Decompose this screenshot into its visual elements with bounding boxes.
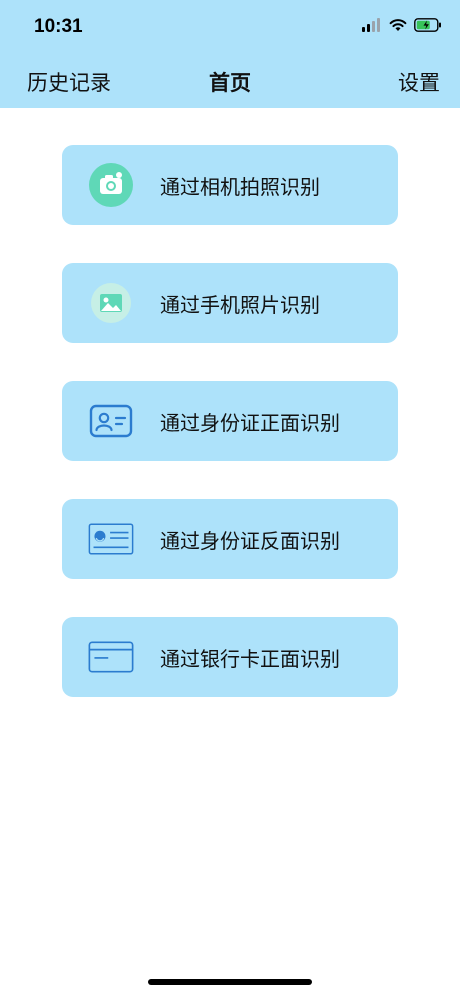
battery-icon — [414, 18, 441, 32]
wifi-icon — [389, 19, 407, 31]
photo-icon — [88, 281, 134, 325]
id-back-recognition-label: 通过身份证反面识别 — [160, 529, 340, 553]
photo-recognition-label: 通过手机照片识别 — [160, 293, 320, 317]
status-time: 10:31 — [34, 16, 83, 37]
status-icons — [362, 18, 442, 32]
photo-recognition-button[interactable]: 通过手机照片识别 — [62, 263, 398, 343]
id-front-recognition-label: 通过身份证正面识别 — [160, 411, 340, 435]
camera-recognition-button[interactable]: 通过相机拍照识别 — [62, 145, 398, 225]
signal-icon — [362, 18, 380, 32]
id-back-recognition-button[interactable]: 通过身份证反面识别 — [62, 499, 398, 579]
bank-card-recognition-label: 通过银行卡正面识别 — [160, 647, 340, 671]
camera-recognition-label: 通过相机拍照识别 — [160, 175, 320, 199]
settings-button[interactable]: 设置 — [398, 67, 440, 97]
id-card-front-icon — [88, 399, 134, 443]
id-card-back-icon — [88, 517, 134, 561]
history-button[interactable]: 历史记录 — [27, 67, 111, 97]
top-bar: 10:31 历史记录 首页 设置 — [0, 0, 460, 108]
page-title-text: 首页 — [209, 71, 251, 95]
id-front-recognition-button[interactable]: 通过身份证正面识别 — [62, 381, 398, 461]
bank-card-recognition-button[interactable]: 通过银行卡正面识别 — [62, 617, 398, 697]
camera-icon — [88, 163, 134, 207]
home-indicator[interactable] — [148, 979, 312, 985]
bank-card-icon — [88, 635, 134, 679]
